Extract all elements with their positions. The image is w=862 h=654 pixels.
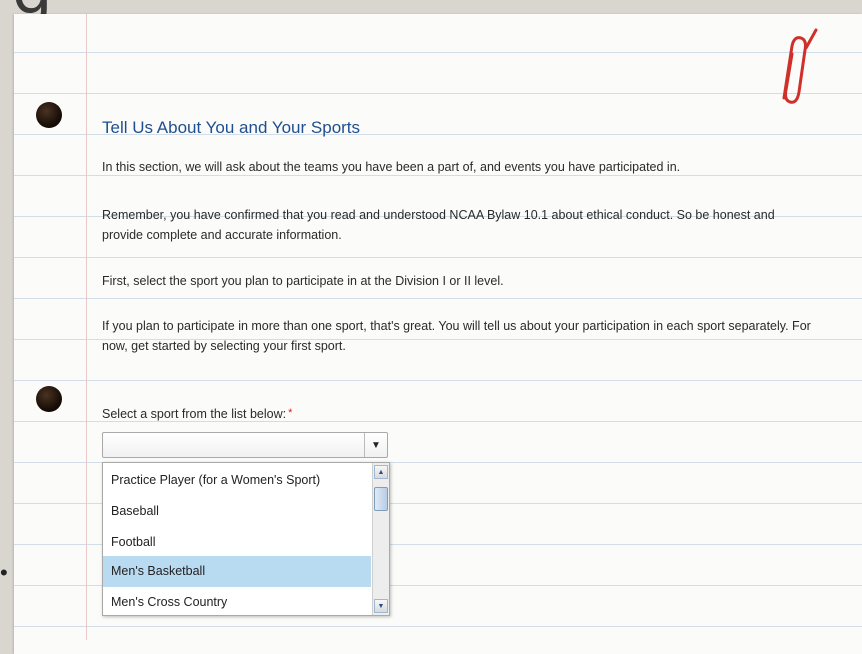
required-marker: * bbox=[288, 407, 293, 419]
binder-hole-icon bbox=[36, 102, 62, 128]
sport-option[interactable]: Practice Player (for a Women's Sport) bbox=[103, 465, 371, 496]
sport-select-label: Select a sport from the list below: * bbox=[102, 407, 292, 421]
sport-option[interactable]: Football bbox=[103, 527, 371, 558]
ethics-paragraph: Remember, you have confirmed that you re… bbox=[102, 208, 775, 242]
sport-select-dropdown[interactable]: ▼ bbox=[102, 432, 388, 458]
instruction-paragraph: First, select the sport you plan to part… bbox=[102, 274, 504, 288]
binder-hole-icon bbox=[36, 386, 62, 412]
list-scrollbar[interactable]: ▲ ▼ bbox=[372, 463, 389, 615]
sport-option-highlighted[interactable]: Men's Basketball bbox=[103, 556, 371, 587]
multi-sport-paragraph: If you plan to participate in more than … bbox=[102, 319, 811, 353]
paperclip-icon bbox=[782, 28, 818, 104]
sport-select-label-text: Select a sport from the list below: bbox=[102, 407, 287, 421]
background-bullet: • bbox=[0, 560, 8, 585]
scrollbar-thumb[interactable] bbox=[374, 487, 388, 511]
sport-option[interactable]: Baseball bbox=[103, 496, 371, 527]
scroll-up-icon[interactable]: ▲ bbox=[374, 465, 388, 479]
sport-option[interactable]: Men's Cross Country bbox=[103, 587, 371, 618]
page-title: Tell Us About You and Your Sports bbox=[102, 118, 361, 137]
paper-margin-line bbox=[86, 14, 87, 640]
sport-options-list[interactable]: Practice Player (for a Women's Sport) Ba… bbox=[102, 462, 390, 616]
chevron-down-icon[interactable]: ▼ bbox=[364, 433, 387, 457]
intro-paragraph: In this section, we will ask about the t… bbox=[102, 160, 681, 174]
scroll-down-icon[interactable]: ▼ bbox=[374, 599, 388, 613]
